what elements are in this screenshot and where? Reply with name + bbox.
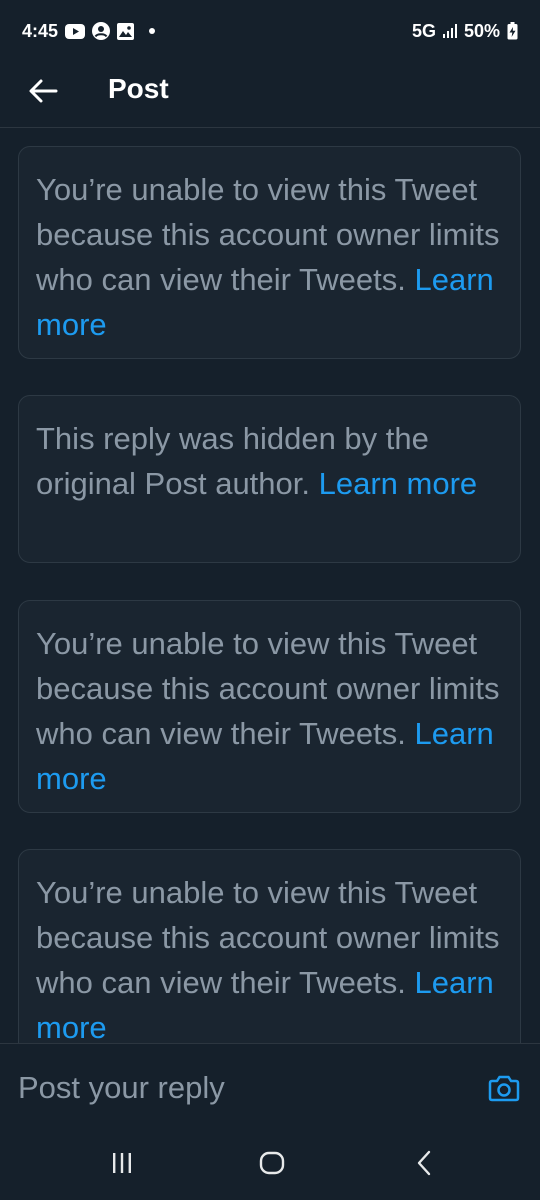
account-circle-icon [92,22,111,40]
unavailable-tweet-notice: You’re unable to view this Tweet because… [18,146,521,359]
conversation-thread[interactable]: You’re unable to view this Tweet because… [0,128,540,1043]
home-button[interactable] [252,1145,292,1181]
reply-input[interactable] [18,1066,458,1110]
notice-text-block: This reply was hidden by the original Po… [36,416,504,506]
learn-more-link[interactable]: Learn more [319,466,478,501]
camera-button[interactable] [484,1070,524,1106]
notification-dot-icon [149,28,156,34]
gallery-icon [117,22,135,40]
notice-text-block: You’re unable to view this Tweet because… [36,621,504,801]
recent-apps-icon [113,1153,131,1173]
status-right: 5G 50% [412,21,518,42]
system-back-button[interactable] [404,1145,444,1181]
page-title: Post [108,73,169,104]
status-left: 4:45 [22,20,156,42]
home-icon [259,1151,285,1175]
battery-charging-icon [507,22,518,40]
camera-icon [488,1075,520,1102]
status-time: 4:45 [22,20,59,41]
network-label: 5G [411,20,436,41]
notice-text-block: You’re unable to view this Tweet because… [36,167,504,347]
reply-composer [0,1043,540,1131]
unavailable-tweet-notice: You’re unable to view this Tweet because… [18,600,521,813]
back-icon [417,1150,431,1176]
recent-apps-button[interactable] [102,1145,142,1181]
battery-percent: 50% [463,20,500,41]
top-app-bar: Post [0,62,540,128]
signal-icon [442,24,457,38]
hidden-reply-notice: This reply was hidden by the original Po… [18,395,521,563]
status-bar: 4:45 5G 50% [0,0,540,62]
unavailable-tweet-notice: You’re unable to view this Tweet because… [18,849,521,1043]
arrow-left-icon [29,79,58,103]
back-button[interactable] [22,70,64,112]
system-navigation-bar [0,1131,540,1200]
notice-text-block: You’re unable to view this Tweet because… [36,870,504,1043]
youtube-icon [65,23,86,39]
